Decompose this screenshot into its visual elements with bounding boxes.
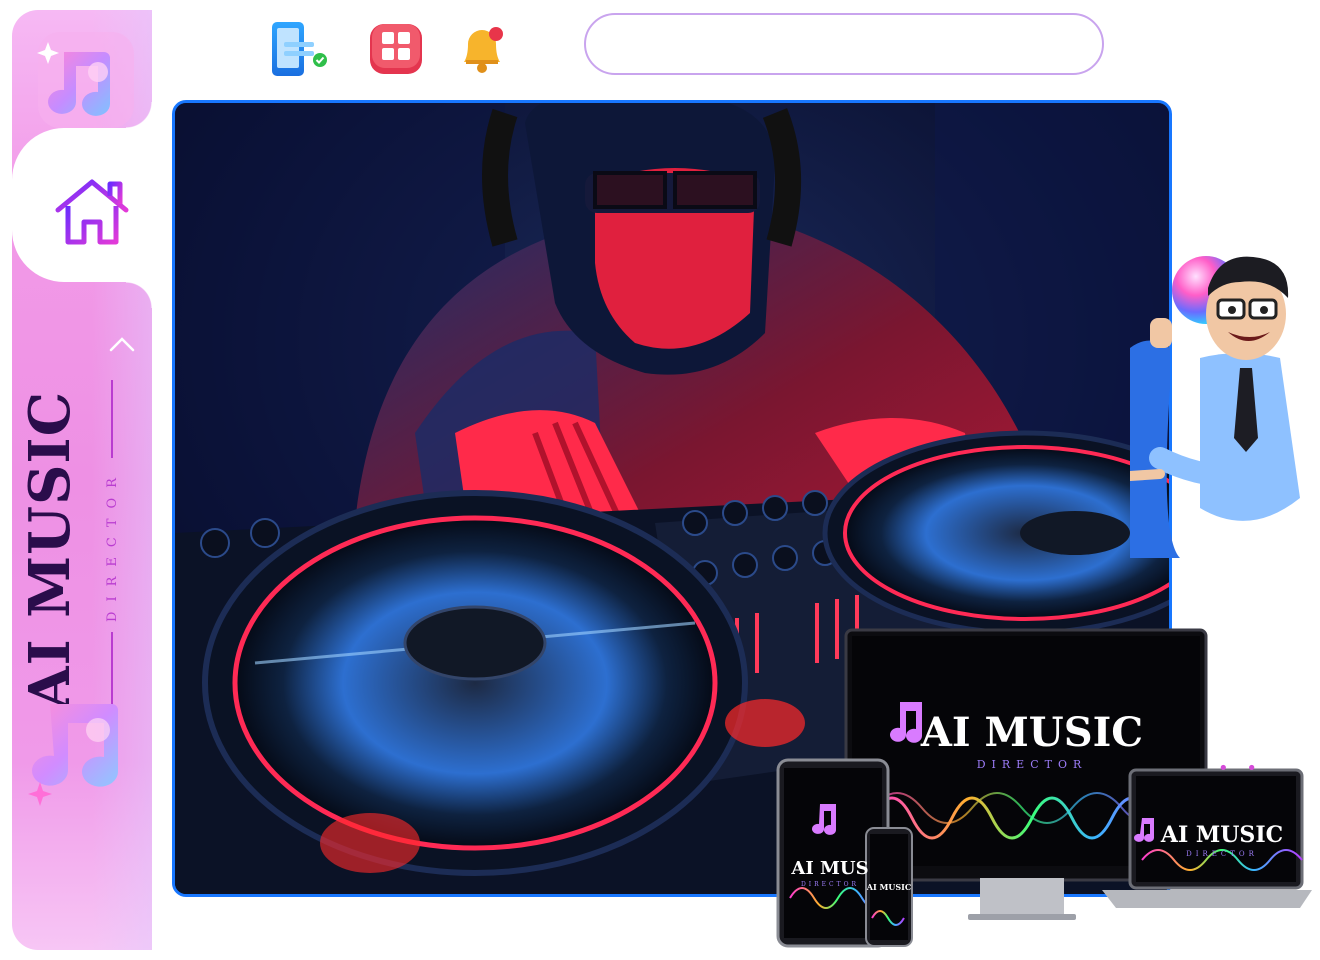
music-logo-icon[interactable] bbox=[34, 28, 138, 132]
laptop-subtitle: DIRECTOR bbox=[1186, 850, 1258, 858]
tablet-title: AI MUS bbox=[790, 858, 868, 879]
brand-title: AI MUSIC bbox=[17, 390, 83, 710]
notification-bell-icon[interactable] bbox=[452, 18, 512, 78]
phone-title: AI MUSIC bbox=[866, 882, 911, 892]
laptop-title: AI MUSIC bbox=[1160, 822, 1283, 848]
divider bbox=[111, 380, 113, 459]
search-input[interactable] bbox=[584, 13, 1104, 75]
decorative-dots: • • bbox=[1218, 758, 1263, 779]
product-device-mockups: AI MUSIC DIRECTOR AI MUSIC DIRECTOR AI M… bbox=[776, 628, 1312, 948]
tablet-subtitle: DIRECTOR bbox=[801, 881, 859, 888]
mascot-character bbox=[1130, 256, 1300, 558]
music-note-icon bbox=[28, 704, 118, 806]
monitor-subtitle: DIRECTOR bbox=[977, 758, 1088, 771]
monitor-title: AI MUSIC bbox=[920, 709, 1143, 756]
sidebar-item-home[interactable] bbox=[12, 102, 152, 308]
chevron-up-icon[interactable] bbox=[108, 334, 136, 354]
vertical-brand: AI MUSIC DIRECTOR bbox=[17, 380, 140, 710]
brand-subtitle-row: DIRECTOR bbox=[92, 380, 132, 710]
brand-subtitle: DIRECTOR bbox=[104, 468, 120, 622]
mobile-check-icon[interactable] bbox=[268, 18, 328, 78]
apps-grid-icon[interactable] bbox=[366, 18, 426, 78]
home-icon bbox=[55, 179, 129, 245]
